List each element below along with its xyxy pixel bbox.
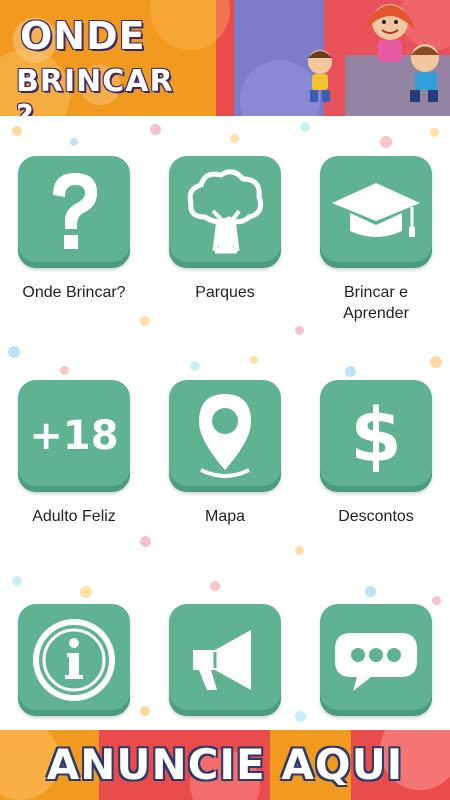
chat-bubble-icon	[335, 633, 417, 691]
menu-item-parques[interactable]: Parques	[169, 156, 281, 303]
advertise-text: ANUNCIE AQUI	[46, 740, 404, 789]
info-icon	[33, 619, 115, 701]
menu-label: Onde Brincar?	[22, 284, 126, 301]
menu-label: Descontos	[338, 508, 414, 525]
info-button[interactable]	[18, 604, 130, 716]
brincar-aprender-button[interactable]	[320, 156, 432, 268]
menu-item-chat[interactable]	[320, 604, 432, 716]
tree-icon	[187, 169, 264, 254]
logo-line-2: BRINCAR ?	[16, 64, 174, 116]
menu-item-mapa[interactable]: Mapa	[169, 380, 281, 527]
menu-item-onde-brincar[interactable]: Onde Brincar?	[18, 156, 130, 303]
plus-18-icon: +18	[29, 413, 119, 459]
menu-label: Mapa	[204, 508, 246, 525]
menu-label: Brincar e Aprender	[343, 284, 409, 322]
menu-item-brincar-aprender[interactable]: Brincar e Aprender	[320, 156, 432, 324]
kids-illustration	[308, 4, 450, 116]
menu-item-info[interactable]	[18, 604, 130, 716]
logo-line-1: ONDE	[20, 14, 146, 58]
megaphone-button[interactable]	[169, 604, 281, 716]
menu-item-megaphone[interactable]	[169, 604, 281, 716]
menu-label: Adulto Feliz	[32, 508, 116, 525]
descontos-button[interactable]: $	[320, 380, 432, 492]
advertise-banner[interactable]: ANUNCIE AQUI	[0, 730, 450, 800]
graduation-cap-icon	[332, 183, 420, 237]
mapa-button[interactable]	[169, 380, 281, 492]
adulto-feliz-button[interactable]: +18	[18, 380, 130, 492]
chat-button[interactable]	[320, 604, 432, 716]
menu-label: Parques	[195, 284, 255, 301]
question-mark-icon	[53, 173, 97, 249]
header-banner: ONDE BRINCAR ?	[0, 0, 450, 116]
app-logo: ONDE BRINCAR ?	[10, 10, 173, 116]
menu-item-descontos[interactable]: $ Descontos	[320, 380, 432, 527]
menu-item-adulto-feliz[interactable]: +18 Adulto Feliz	[18, 380, 130, 527]
onde-brincar-button[interactable]	[18, 156, 130, 268]
map-pin-icon	[199, 394, 251, 478]
parques-button[interactable]	[169, 156, 281, 268]
dollar-sign-icon: $	[350, 393, 402, 479]
megaphone-icon	[193, 630, 251, 690]
